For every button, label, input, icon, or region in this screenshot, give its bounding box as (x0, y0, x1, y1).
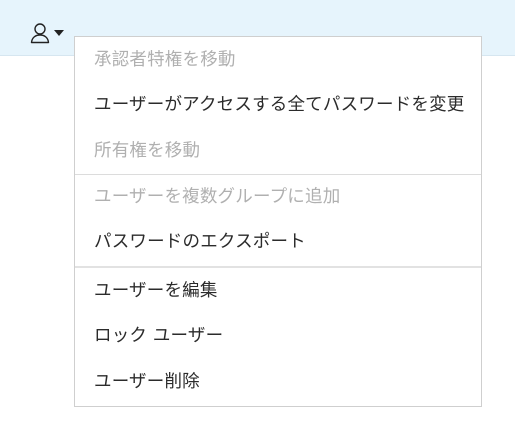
menu-item-export-passwords[interactable]: パスワードのエクスポート (94, 227, 306, 257)
user-icon (29, 21, 53, 45)
menu-item-edit-user[interactable]: ユーザーを編集 (94, 276, 218, 306)
menu-item-lock-user[interactable]: ロック ユーザー (94, 321, 223, 351)
menu-divider (75, 174, 481, 175)
menu-divider (75, 266, 481, 268)
menu-item-move-approver-privileges[interactable]: 承認者特権を移動 (94, 45, 236, 75)
menu-item-delete-user[interactable]: ユーザー削除 (94, 367, 200, 397)
user-menu-toggle[interactable] (29, 20, 71, 46)
menu-item-change-all-user-passwords[interactable]: ユーザーがアクセスする全てパスワードを変更 (94, 90, 464, 120)
caret-down-icon (53, 28, 65, 38)
user-actions-dropdown: 承認者特権を移動 ユーザーがアクセスする全てパスワードを変更 所有権を移動 ユー… (74, 36, 482, 407)
menu-item-add-user-to-groups[interactable]: ユーザーを複数グループに追加 (94, 182, 340, 212)
menu-item-move-ownership[interactable]: 所有権を移動 (94, 136, 200, 166)
